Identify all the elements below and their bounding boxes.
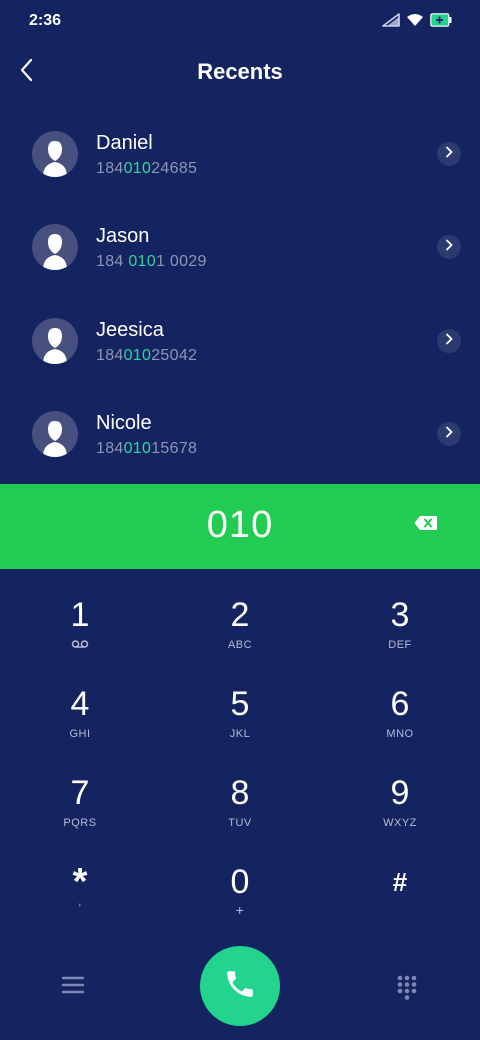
chevron-right-icon	[444, 238, 454, 256]
number-suffix: 1 0029	[155, 253, 207, 271]
key-letters: GHI	[69, 728, 91, 740]
number-suffix: 15678	[151, 439, 198, 457]
menu-icon	[60, 976, 86, 1000]
page-title: Recents	[197, 59, 283, 84]
chevron-right-icon	[444, 425, 454, 443]
key-letters: WXYZ	[383, 817, 417, 829]
key-4[interactable]: 4 GHI	[20, 664, 140, 744]
backspace-icon	[414, 515, 438, 536]
chevron-right-icon	[444, 332, 454, 350]
status-icons	[382, 13, 452, 32]
key-digit: 0	[230, 863, 250, 901]
key-2[interactable]: 2 ABC	[180, 575, 300, 655]
number-prefix: 184	[96, 346, 124, 364]
number-prefix: 184	[96, 253, 129, 271]
key-1[interactable]: 1	[20, 575, 140, 655]
menu-button[interactable]	[60, 974, 86, 996]
contact-details-button[interactable]	[437, 421, 461, 446]
key-digit: #	[392, 867, 408, 897]
key-7[interactable]: 7 PQRS	[20, 753, 140, 833]
header: Recents	[0, 44, 480, 100]
dialed-number[interactable]: 010	[0, 504, 480, 547]
wifi-icon	[406, 13, 424, 32]
key-digit: 3	[390, 596, 410, 634]
key-digit: 8	[230, 774, 250, 812]
avatar	[32, 131, 78, 177]
bottom-bar	[0, 940, 480, 1040]
key-letters: JKL	[229, 728, 251, 740]
contact-name: Daniel	[96, 132, 153, 154]
key-letters: +	[235, 902, 245, 918]
key-digit: 9	[390, 774, 410, 812]
avatar	[32, 317, 78, 364]
number-suffix: 25042	[151, 346, 198, 364]
key-6[interactable]: 6 MNO	[340, 664, 460, 744]
avatar	[32, 224, 78, 271]
number-prefix: 184	[96, 160, 124, 177]
number-match: 010	[123, 346, 152, 364]
contact-number: 18401024685	[96, 160, 197, 178]
phone-icon	[223, 967, 257, 1006]
number-match: 010	[123, 160, 152, 177]
battery-charging-icon	[430, 13, 452, 32]
key-hash[interactable]: #	[340, 842, 460, 922]
number-suffix: 24685	[151, 160, 198, 177]
recent-contact-row[interactable]: Jason 184 0101 0029	[0, 201, 480, 294]
chevron-right-icon	[444, 145, 454, 163]
key-9[interactable]: 9 WXYZ	[340, 753, 460, 833]
key-star[interactable]: * ,	[20, 842, 140, 922]
key-letters: DEF	[388, 639, 412, 651]
contact-number: 18401025042	[96, 347, 197, 365]
key-letters	[340, 906, 460, 920]
number-match: 010	[128, 253, 156, 271]
status-time: 2:36	[29, 12, 62, 29]
recents-list: Daniel 18401024685 Jason 184 0101 0029 J…	[0, 108, 480, 481]
key-5[interactable]: 5 JKL	[180, 664, 300, 744]
recent-contact-row[interactable]: Nicole 18401015678	[0, 388, 480, 481]
key-letters: MNO	[386, 728, 414, 740]
key-letters: ,	[78, 896, 82, 908]
key-3[interactable]: 3 DEF	[340, 575, 460, 655]
dialpad-toggle-button[interactable]	[396, 974, 418, 1000]
key-digit: 1	[70, 596, 90, 634]
dialpad-icon	[396, 975, 418, 1004]
key-digit: 5	[230, 685, 250, 723]
key-letters: PQRS	[63, 817, 97, 829]
signal-icon	[382, 13, 400, 32]
number-prefix: 184	[96, 439, 124, 457]
key-digit: 2	[230, 596, 250, 634]
key-8[interactable]: 8 TUV	[180, 753, 300, 833]
key-letters: ABC	[227, 639, 253, 651]
key-letters: TUV	[228, 817, 252, 829]
voicemail-icon	[20, 639, 140, 653]
contact-details-button[interactable]	[437, 328, 461, 353]
recent-contact-row[interactable]: Daniel 18401024685	[0, 108, 480, 201]
contact-name: Nicole	[96, 411, 152, 434]
recent-contact-row[interactable]: Jeesica 18401025042	[0, 295, 480, 388]
contact-details-button[interactable]	[437, 235, 461, 260]
contact-name: Jeesica	[96, 318, 164, 341]
contact-number: 18401015678	[96, 440, 197, 458]
key-digit: 4	[70, 685, 90, 723]
number-match: 010	[123, 439, 152, 457]
contact-name: Jason	[96, 225, 150, 248]
contact-details-button[interactable]	[437, 142, 461, 166]
contact-number: 184 0101 0029	[96, 253, 207, 271]
status-bar: 2:36	[0, 0, 480, 44]
key-digit: 6	[390, 685, 410, 723]
call-button[interactable]	[200, 946, 280, 1026]
dialed-number-bar: 010	[0, 484, 480, 569]
key-0[interactable]: 0 +	[180, 842, 300, 922]
backspace-button[interactable]	[412, 514, 440, 536]
avatar	[32, 410, 78, 457]
key-digit: 7	[70, 774, 90, 812]
